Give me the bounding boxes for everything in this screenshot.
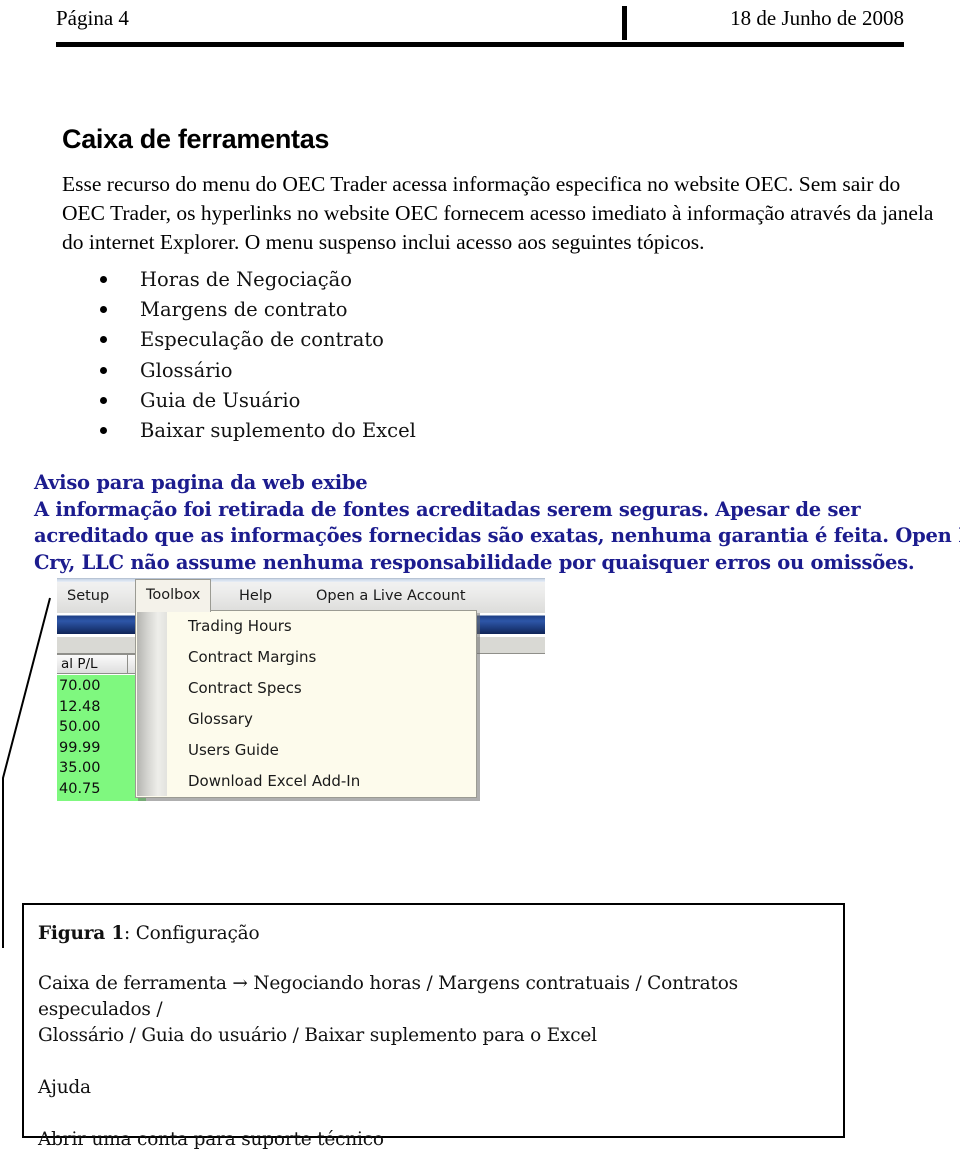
oec-trader-screenshot: al P/L $ 70.00 12.48 50.00 99.99 35.00 4… <box>57 578 545 818</box>
bullet-icon <box>100 306 107 314</box>
menu-item-glossary[interactable]: Glossary <box>136 704 476 735</box>
bullet-icon <box>100 276 107 283</box>
list-item-label: Baixar suplemento do Excel <box>140 419 416 443</box>
list-item-label: Margens de contrato <box>140 298 348 322</box>
menu-item-toolbox[interactable]: Toolbox <box>135 579 212 612</box>
notice-heading: Aviso para pagina da web exibe <box>34 471 368 494</box>
list-item: Glossário <box>92 356 652 386</box>
menu-item-open-a-live-account[interactable]: Open a Live Account <box>310 584 472 608</box>
caption-help-label: Ajuda <box>38 1077 91 1098</box>
menu-item-users-guide[interactable]: Users Guide <box>136 735 476 766</box>
list-item-label: Horas de Negociação <box>140 268 353 291</box>
intro-paragraph: Esse recurso do menu do OEC Trader acess… <box>62 171 934 254</box>
menu-item-help[interactable]: Help <box>233 584 278 608</box>
notice-line-3: Cry, LLC não assume nenhuma responsabili… <box>34 550 915 574</box>
list-item-label: Guia de Usuário <box>140 388 301 412</box>
table-row: 70.00 <box>59 678 101 694</box>
table-row: 35.00 <box>59 760 101 776</box>
list-item-label: Especulação de contrato <box>140 328 384 352</box>
bullet-icon <box>100 427 107 435</box>
figure-path-line-1: Caixa de ferramenta → Negociando horas /… <box>38 973 738 1020</box>
caption-support-label: Abrir uma conta para suporte técnico <box>38 1129 384 1150</box>
document-date-label: 18 de Junho de 2008 <box>730 6 904 30</box>
topics-list: Horas de Negociação Margens de contrato … <box>92 265 652 446</box>
table-row: 50.00 <box>59 719 101 735</box>
menu-item-download-excel-add-in[interactable]: Download Excel Add-In <box>136 766 476 797</box>
grid-column-header-pl[interactable]: al P/L <box>57 654 128 674</box>
figure-path-description: Caixa de ferramenta → Negociando horas /… <box>38 971 825 1049</box>
list-item: Baixar suplemento do Excel <box>92 416 652 446</box>
figure-label: Figura 1 <box>38 923 124 944</box>
page-number-label: Página 4 <box>56 6 129 30</box>
page-title: Caixa de ferramentas <box>62 124 330 155</box>
figure-caption-box: Figura 1: Configuração Caixa de ferramen… <box>22 903 845 1150</box>
header-rule <box>56 42 904 47</box>
menu-item-trading-hours[interactable]: Trading Hours <box>136 611 476 642</box>
header-divider-bar <box>622 6 627 40</box>
bullet-icon <box>100 366 107 374</box>
table-row: 12.48 <box>59 698 101 715</box>
list-item-label: Glossário <box>140 358 233 382</box>
list-item: Guia de Usuário <box>92 386 652 416</box>
notice-line-1: A informação foi retirada de fontes acre… <box>34 497 861 521</box>
list-item: Horas de Negociação <box>92 265 652 295</box>
table-row: 99.99 <box>59 739 101 756</box>
figure-title: : Configuração <box>124 923 260 944</box>
list-item: Margens de contrato <box>92 295 652 325</box>
toolbox-dropdown-menu: Trading Hours Contract Margins Contract … <box>135 610 477 798</box>
menu-item-contract-margins[interactable]: Contract Margins <box>136 642 476 673</box>
figure-path-line-2: Glossário / Guia do usuário / Baixar sup… <box>38 1025 597 1046</box>
bullet-icon <box>100 396 107 404</box>
menu-item-contract-specs[interactable]: Contract Specs <box>136 673 476 704</box>
figure-caption-title: Figura 1: Configuração <box>38 921 825 947</box>
table-row: 40.75 <box>59 780 101 797</box>
notice-line-2: acreditado que as informações fornecidas… <box>34 524 960 548</box>
grid-pl-column: 70.00 12.48 50.00 99.99 35.00 40.75 <box>57 675 146 801</box>
menu-item-setup[interactable]: Setup <box>61 584 115 608</box>
list-item: Especulação de contrato <box>92 325 652 355</box>
app-menu-bar: Setup Help Open a Live Account <box>57 578 545 613</box>
bullet-icon <box>100 336 107 344</box>
page-header: Página 4 18 de Junho de 2008 <box>56 4 904 48</box>
web-page-disclaimer-notice: Aviso para pagina da web exibe A informa… <box>34 470 960 576</box>
